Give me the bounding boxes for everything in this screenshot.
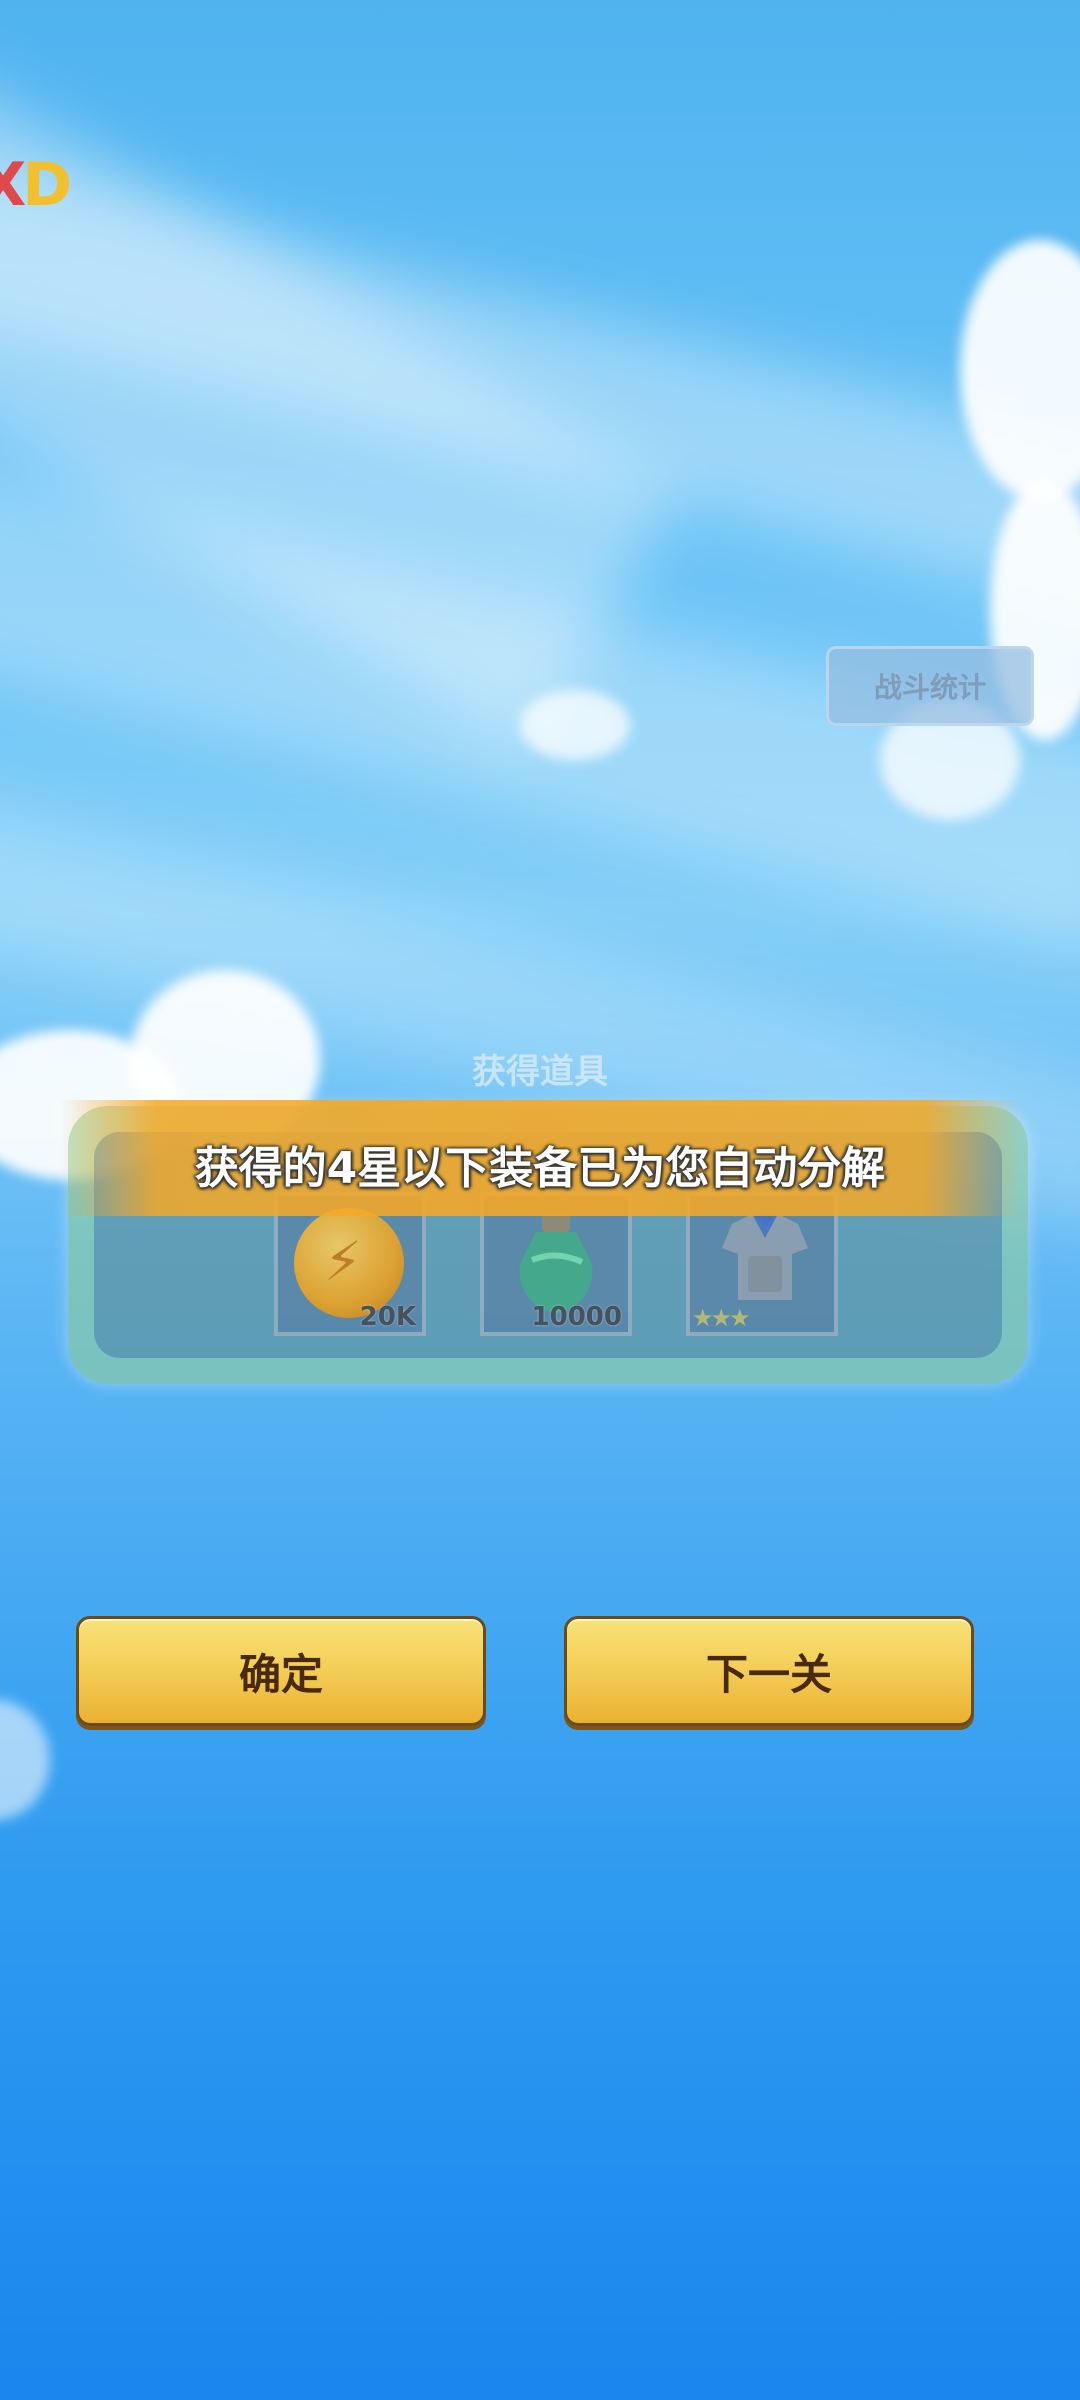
logo-text-yellow: D — [22, 150, 72, 220]
reward-stars: ★★★ — [692, 1304, 751, 1332]
confirm-button[interactable]: 确定 — [76, 1616, 486, 1726]
rewards-title: 获得道具 — [472, 1052, 608, 1092]
logo-text-red: X — [0, 150, 26, 220]
next-level-button[interactable]: 下一关 — [564, 1616, 974, 1726]
reward-amount: 10000 — [531, 1302, 622, 1332]
toast-message: 获得的4星以下装备已为您自动分解 — [194, 1143, 886, 1194]
reward-amount: 20K — [359, 1302, 416, 1332]
game-logo: XD — [0, 150, 72, 220]
battle-stats-button[interactable]: 战斗统计 — [826, 646, 1034, 726]
armor-icon — [722, 1214, 808, 1300]
